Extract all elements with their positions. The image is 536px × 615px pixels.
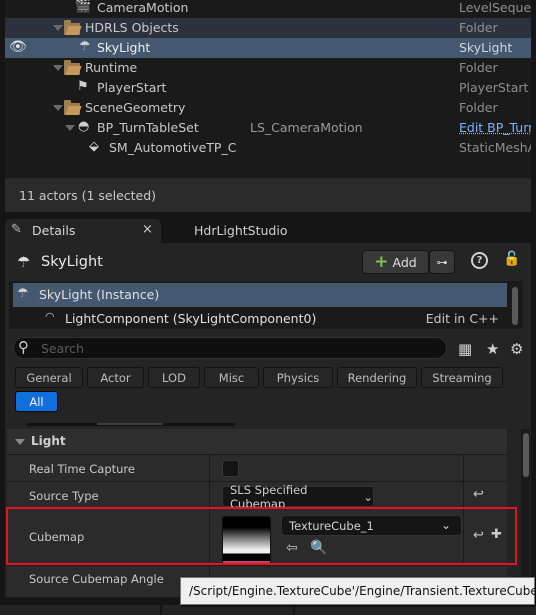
tab-hdrlightstudio[interactable]: HdrLightStudio bbox=[194, 223, 287, 238]
bottom-panel-strip bbox=[0, 605, 536, 615]
filter-general[interactable]: General bbox=[15, 367, 83, 388]
outliner-row[interactable]: 🎬 CameraMotion LevelSequen bbox=[5, 0, 531, 18]
details-panel: ☂ SkyLight + Add ⊶ ? 🔓 ☂ SkyLight (Insta… bbox=[5, 243, 531, 598]
tab-details[interactable]: ✎ Details × bbox=[5, 219, 161, 243]
filter-rendering[interactable]: Rendering bbox=[337, 367, 417, 388]
outliner-row[interactable]: ◓ BP_TurnTableSet LS_CameraMotion Edit B… bbox=[5, 118, 531, 138]
clapperboard-icon: 🎬 bbox=[75, 0, 92, 14]
expand-arrow-icon[interactable] bbox=[53, 65, 63, 71]
outliner-panel: 🎬 CameraMotion LevelSequen HDRLS Objects… bbox=[5, 0, 531, 178]
filter-all[interactable]: All bbox=[15, 391, 58, 412]
search-input[interactable]: ⚲ Search bbox=[13, 337, 447, 359]
expand-arrow-icon[interactable] bbox=[65, 125, 75, 131]
filter-physics[interactable]: Physics bbox=[263, 367, 333, 388]
pencil-details-icon: ✎ bbox=[11, 222, 22, 237]
outliner-row[interactable]: Runtime Folder bbox=[5, 58, 531, 78]
folder-icon bbox=[64, 20, 80, 35]
player-start-icon: ⚑ bbox=[77, 79, 89, 94]
filter-misc[interactable]: Misc bbox=[204, 367, 259, 388]
blueprint-actor-icon: ◓ bbox=[78, 119, 90, 134]
reset-to-default-icon[interactable]: ↩ bbox=[473, 487, 484, 502]
outliner-row[interactable]: SceneGeometry Folder bbox=[5, 98, 531, 118]
search-icon: ⚲ bbox=[18, 338, 29, 356]
skylight-icon: ☂ bbox=[79, 39, 91, 54]
add-component-button[interactable]: + Add bbox=[362, 250, 429, 274]
use-selected-asset-icon[interactable]: ⇦ bbox=[286, 540, 298, 556]
visibility-eye-icon[interactable]: 👁 bbox=[9, 39, 27, 55]
close-tab-icon[interactable]: × bbox=[142, 222, 153, 237]
collapse-arrow-icon bbox=[15, 439, 25, 445]
hierarchy-icon: ⊶ bbox=[436, 255, 448, 269]
table-view-icon[interactable]: ▦ bbox=[458, 340, 472, 358]
property-source-type: Source Type SLS Specified Cubemap ⌄ ↩ bbox=[7, 482, 507, 511]
outliner-row[interactable]: ⚑ PlayerStart PlayerStart bbox=[5, 78, 531, 98]
static-mesh-icon: ⬙ bbox=[89, 139, 99, 154]
component-scrollbar[interactable] bbox=[512, 287, 518, 325]
filter-lod[interactable]: LOD bbox=[148, 367, 200, 388]
help-icon[interactable]: ? bbox=[471, 252, 488, 269]
skylight-icon: ☂ bbox=[17, 253, 31, 271]
reset-to-default-icon[interactable]: ↩ bbox=[473, 528, 484, 543]
folder-icon bbox=[64, 100, 80, 115]
cubemap-asset-picker[interactable]: TextureCube_1 ⌄ bbox=[281, 515, 462, 536]
expand-arrow-icon[interactable] bbox=[53, 25, 63, 31]
outliner-row[interactable]: ⬙ SM_AutomotiveTP_C StaticMeshA bbox=[5, 138, 531, 158]
chevron-down-icon: ⌄ bbox=[363, 489, 373, 504]
property-real-time-capture: Real Time Capture bbox=[7, 455, 507, 482]
unlock-icon[interactable]: 🔓 bbox=[503, 251, 520, 267]
details-scrollbar[interactable] bbox=[521, 429, 530, 598]
edit-blueprint-link[interactable]: Edit BP_Turr bbox=[459, 120, 531, 135]
outliner-row[interactable]: HDRLS Objects Folder bbox=[5, 18, 531, 38]
actor-count-status: 11 actors (1 selected) bbox=[5, 178, 531, 212]
property-list: Light Real Time Capture Source Type SLS … bbox=[5, 429, 507, 598]
add-tag-icon[interactable]: ✚ bbox=[491, 527, 502, 542]
chevron-down-icon: ⌄ bbox=[440, 518, 451, 532]
actor-name: SkyLight bbox=[41, 254, 103, 270]
real-time-capture-checkbox[interactable] bbox=[222, 460, 239, 477]
component-row-selected[interactable]: ☂ SkyLight (Instance) bbox=[13, 283, 507, 307]
component-tree: ☂ SkyLight (Instance) ◠ LightComponent (… bbox=[9, 281, 523, 329]
skylight-icon: ☂ bbox=[17, 286, 29, 301]
property-cubemap: Cubemap TextureCube_1 ⌄ ⇦ 🔍 ↩ ✚ bbox=[7, 509, 507, 566]
filter-streaming[interactable]: Streaming bbox=[421, 367, 503, 388]
edit-in-cpp-link[interactable]: Edit in C++ bbox=[426, 311, 499, 326]
cubemap-thumbnail[interactable] bbox=[222, 516, 271, 565]
asset-path-tooltip: /Script/Engine.TextureCube'/Engine/Trans… bbox=[180, 577, 536, 605]
component-row[interactable]: ◠ LightComponent (SkyLightComponent0) Ed… bbox=[13, 307, 507, 331]
settings-gear-icon[interactable]: ⚙ bbox=[510, 340, 523, 358]
light-component-icon: ◠ bbox=[45, 310, 55, 323]
browse-to-asset-icon[interactable]: 🔍 bbox=[310, 540, 327, 556]
favorite-star-icon[interactable]: ★ bbox=[486, 340, 499, 358]
folder-icon bbox=[64, 60, 80, 75]
category-light[interactable]: Light bbox=[7, 429, 507, 455]
blueprint-button[interactable]: ⊶ bbox=[429, 250, 455, 274]
filter-actor[interactable]: Actor bbox=[87, 367, 144, 388]
source-type-dropdown[interactable]: SLS Specified Cubemap ⌄ bbox=[222, 483, 374, 511]
expand-arrow-icon[interactable] bbox=[53, 105, 63, 111]
outliner-row-selected[interactable]: 👁 ☂ SkyLight SkyLight bbox=[5, 38, 531, 58]
plus-icon: + bbox=[374, 251, 389, 272]
panel-tabs: ✎ Details × HdrLightStudio bbox=[5, 219, 531, 243]
previous-row-remnant bbox=[5, 416, 520, 429]
